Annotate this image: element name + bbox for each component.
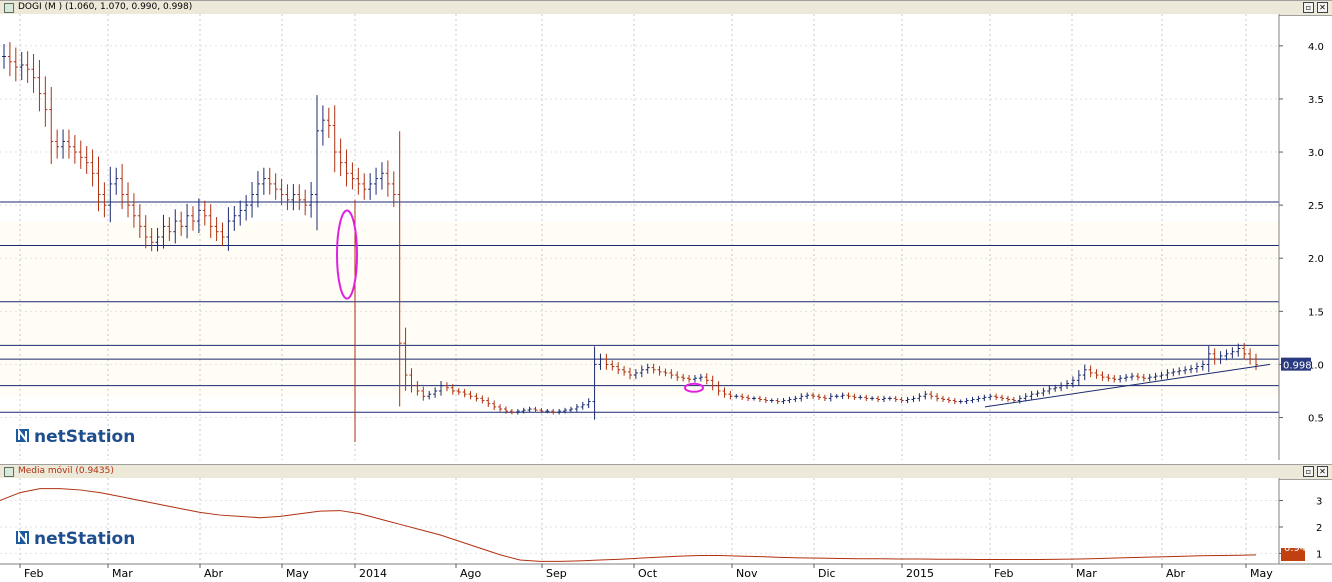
- y-tick-label: 2.5: [1308, 201, 1324, 212]
- restore-icon[interactable]: ▫: [1303, 2, 1314, 13]
- indicator-title: Media móvil (0.9435): [18, 466, 114, 476]
- pin-icon[interactable]: [4, 467, 14, 477]
- x-tick-label: 2014: [359, 567, 387, 580]
- y-tick-label: 3.0: [1308, 148, 1324, 159]
- last-value-label: 0.998: [1281, 357, 1312, 372]
- y-tick-label: 4.0: [1308, 42, 1324, 53]
- svg-text:netStation: netStation: [34, 427, 135, 447]
- close-icon[interactable]: ✕: [1317, 466, 1328, 477]
- restore-icon[interactable]: ▫: [1303, 466, 1314, 477]
- highlight-band: [0, 222, 1279, 396]
- y-tick-label: 0.5: [1308, 414, 1324, 425]
- x-tick-label: Dic: [818, 567, 836, 580]
- main-chart-title: DOGI (M ) (1.060, 1.070, 0.990, 0.998): [18, 2, 193, 12]
- indicator-last-value-label: 0.94: [1281, 543, 1306, 562]
- svg-text:0.94: 0.94: [1284, 543, 1306, 554]
- y-tick-label: 1.5: [1308, 307, 1324, 318]
- x-tick-label: Mar: [1076, 567, 1097, 580]
- close-icon[interactable]: ✕: [1317, 2, 1328, 13]
- y-tick-label: 3.5: [1308, 95, 1324, 106]
- x-tick-label: Ago: [460, 567, 482, 580]
- y-tick-label: 2: [1316, 523, 1322, 534]
- x-tick-label: Abr: [1166, 567, 1186, 580]
- y-tick-label: 3: [1316, 497, 1322, 508]
- x-tick-label: Oct: [638, 567, 658, 580]
- moving-average-chart[interactable]: 1 2 3 0.94 netStation Feb Mar Abr May 2014 Ago S…: [0, 478, 1332, 582]
- netstation-logo: netStation: [16, 529, 135, 549]
- y-tick-label: 2.0: [1308, 254, 1324, 265]
- x-tick-label: Sep: [546, 567, 567, 580]
- x-tick-label: May: [1250, 567, 1273, 580]
- x-tick-label: Feb: [994, 567, 1013, 580]
- x-tick-label: Nov: [736, 567, 758, 580]
- netstation-logo: netStation: [16, 427, 135, 447]
- svg-text:netStation: netStation: [34, 529, 135, 549]
- x-tick-label: Mar: [112, 567, 133, 580]
- pin-icon[interactable]: [4, 3, 14, 13]
- price-chart[interactable]: 0.51.01.52.02.53.03.54.0 0.998 netStatio…: [0, 14, 1332, 464]
- svg-text:0.998: 0.998: [1283, 361, 1312, 372]
- x-tick-label: Abr: [204, 567, 224, 580]
- x-tick-label: 2015: [906, 567, 934, 580]
- x-tick-label: May: [286, 567, 309, 580]
- x-tick-label: Feb: [24, 567, 43, 580]
- y-tick-label: 1: [1316, 549, 1322, 560]
